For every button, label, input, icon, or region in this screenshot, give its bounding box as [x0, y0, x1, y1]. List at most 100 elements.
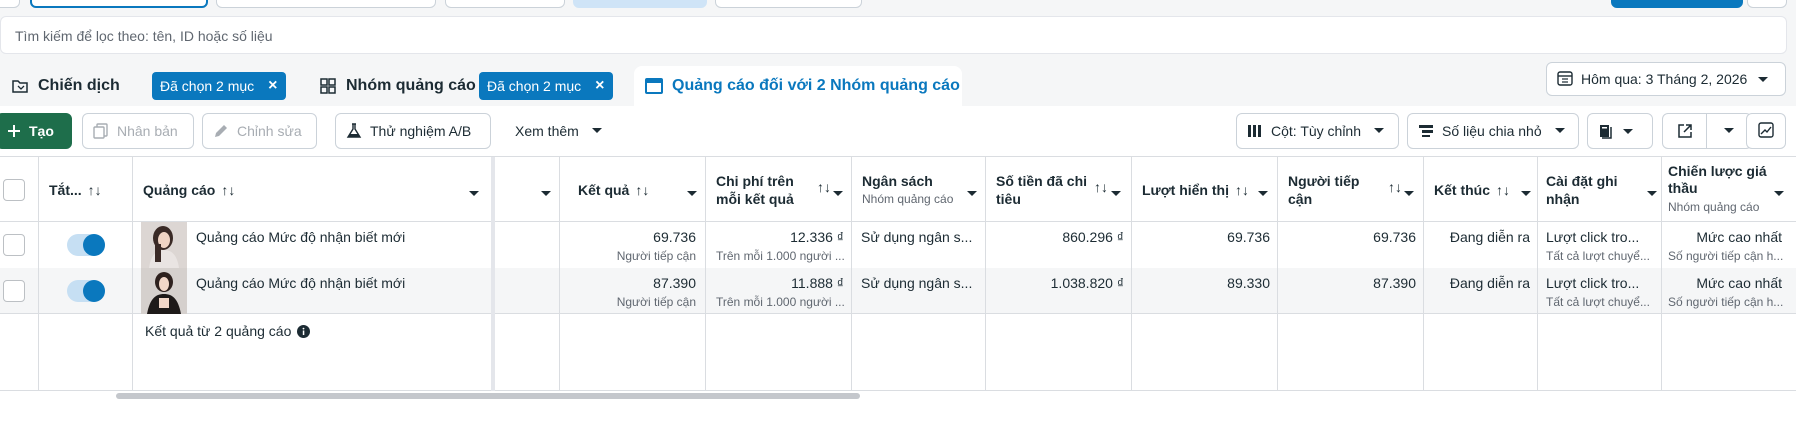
result-subtitle: Người tiếp cận [616, 249, 696, 263]
columns-button[interactable]: Cột: Tùy chỉnh [1236, 113, 1399, 149]
sort-icon[interactable]: ↑↓ [635, 182, 649, 198]
column-divider [1661, 157, 1662, 391]
duplicate-label: Nhân bản [117, 123, 178, 139]
column-header-result[interactable]: Kết quả ↑↓ [578, 157, 705, 222]
attribution-value: Lượt click tro... [1546, 229, 1640, 245]
chevron-down-icon[interactable] [469, 184, 479, 200]
sort-icon[interactable]: ↑↓ [1235, 182, 1249, 198]
amount-spent-value: 1.038.820 ₫ [1050, 275, 1124, 291]
frozen-column-divider[interactable] [491, 157, 495, 391]
top-button-stub[interactable] [1611, 0, 1743, 8]
column-divider [1277, 157, 1278, 391]
sort-icon[interactable]: ↑↓ [88, 182, 102, 198]
chart-toggle-button[interactable] [1746, 113, 1786, 149]
sort-icon[interactable]: ↑↓ [1388, 179, 1402, 195]
level-tabs: Chiến dịch Đã chọn 2 mục × Nhóm quảng cá… [0, 56, 1796, 106]
column-divider [38, 157, 39, 391]
ad-name[interactable]: Quảng cáo Mức độ nhận biết mới [196, 275, 476, 291]
reports-button[interactable] [1587, 113, 1653, 149]
chevron-down-icon [1373, 127, 1385, 135]
column-header-toggle[interactable]: Tắt... ↑↓ [49, 157, 133, 222]
close-icon[interactable]: × [595, 77, 604, 95]
more-button[interactable]: Xem thêm [505, 113, 613, 149]
horizontal-scrollbar[interactable] [116, 393, 860, 399]
ad-thumbnail[interactable] [141, 222, 187, 268]
top-button-stub[interactable] [445, 0, 565, 8]
table-row[interactable]: Quảng cáo Mức độ nhận biết mới 87.390 Ng… [0, 268, 1796, 314]
top-button-stub[interactable] [1747, 0, 1787, 8]
sort-icon[interactable]: ↑↓ [817, 179, 831, 195]
top-button-stub[interactable] [30, 0, 208, 8]
budget-value: Sử dụng ngân s... [861, 229, 973, 245]
chevron-down-icon[interactable] [833, 184, 843, 200]
close-icon[interactable]: × [268, 77, 277, 95]
table-header: Tắt... ↑↓ Quảng cáo ↑↓ Kết quả ↑↓ Chi ph… [0, 157, 1796, 222]
amount-spent-value: 860.296 ₫ [1062, 229, 1124, 245]
column-title: Người tiếp cận [1288, 172, 1360, 207]
top-button-stub[interactable] [0, 0, 20, 8]
ad-thumbnail[interactable] [141, 268, 187, 314]
flask-icon [346, 123, 362, 139]
row-checkbox[interactable] [3, 234, 25, 256]
attribution-subtitle: Tất cả lượt chuyể... [1546, 249, 1650, 263]
select-all-checkbox[interactable] [3, 179, 25, 201]
chevron-down-icon[interactable] [967, 184, 977, 200]
column-title: Lượt hiển thị [1142, 181, 1229, 198]
ends-value: Đang diễn ra [1449, 229, 1530, 245]
export-button[interactable] [1662, 113, 1752, 149]
chevron-down-icon[interactable] [1521, 184, 1531, 200]
sort-icon[interactable]: ↑↓ [1094, 179, 1108, 195]
date-range-button[interactable]: Hôm qua: 3 Tháng 2, 2026 [1546, 62, 1786, 96]
chevron-down-icon[interactable] [1258, 184, 1268, 200]
ad-name[interactable]: Quảng cáo Mức độ nhận biết mới [196, 229, 476, 245]
bid-strategy-subtitle: Số người tiếp cận h... [1668, 295, 1784, 309]
info-icon[interactable] [297, 324, 311, 338]
campaign-selected-chip[interactable]: Đã chọn 2 mục × [152, 72, 286, 100]
column-header-ad[interactable]: Quảng cáo ↑↓ [143, 157, 487, 222]
sort-icon[interactable]: ↑↓ [1496, 182, 1510, 198]
attribution-value: Lượt click tro... [1546, 275, 1640, 291]
row-checkbox[interactable] [3, 280, 25, 302]
ad-status-toggle[interactable] [67, 280, 105, 302]
chevron-down-icon[interactable] [1111, 184, 1121, 200]
toggle-knob [83, 280, 105, 302]
chevron-down-icon[interactable] [1404, 184, 1414, 200]
table-row[interactable]: Quảng cáo Mức độ nhận biết mới 69.736 Ng… [0, 222, 1796, 268]
chevron-down-icon[interactable] [1774, 184, 1784, 200]
chevron-down-icon[interactable] [1647, 184, 1657, 200]
chevron-down-icon[interactable] [541, 184, 551, 200]
top-button-stub[interactable] [216, 0, 436, 8]
column-title: Cài đặt ghi nhận [1546, 172, 1618, 207]
column-header-cost-per-result[interactable]: Chi phí trên mỗi kết quả ↑↓ [716, 157, 851, 222]
chevron-down-icon[interactable] [687, 184, 697, 200]
column-header-bid-strategy[interactable]: Chiến lược giá thầu Nhóm quảng cáo [1668, 157, 1792, 222]
chevron-down-icon [1554, 127, 1566, 135]
book-icon [1598, 123, 1614, 139]
attribution-subtitle: Tất cả lượt chuyể... [1546, 295, 1650, 309]
duplicate-button[interactable]: Nhân bản [82, 113, 194, 149]
ad-status-toggle[interactable] [67, 234, 105, 256]
columns-icon [1247, 124, 1263, 138]
folder-flag-icon [10, 76, 30, 96]
ab-test-button[interactable]: Thử nghiệm A/B [335, 113, 491, 149]
result-value: 87.390 [653, 275, 696, 291]
create-button[interactable]: Tạo [0, 113, 72, 149]
search-input[interactable] [15, 25, 1715, 47]
column-subtitle: Nhóm quảng cáo [862, 191, 954, 206]
column-header-impressions[interactable]: Lượt hiển thị ↑↓ [1142, 157, 1276, 222]
column-header-attribution[interactable]: Cài đặt ghi nhận [1546, 157, 1665, 222]
tab-ads[interactable]: Quảng cáo đối với 2 Nhóm quảng cáo [634, 66, 962, 106]
top-button-stub[interactable] [715, 0, 862, 8]
column-header-ends[interactable]: Kết thúc ↑↓ [1434, 157, 1539, 222]
bid-strategy-subtitle: Số người tiếp cận h... [1668, 249, 1784, 263]
cost-per-result-subtitle: Trên mỗi 1.000 người ... [716, 249, 845, 263]
top-button-stub[interactable] [573, 0, 707, 8]
breakdown-button[interactable]: Số liệu chia nhỏ [1407, 113, 1579, 149]
column-header-reach[interactable]: Người tiếp cận ↑↓ [1288, 157, 1422, 222]
column-header-hidden[interactable] [494, 157, 559, 222]
adset-selected-chip[interactable]: Đã chọn 2 mục × [479, 72, 613, 100]
edit-button[interactable]: Chỉnh sửa [202, 113, 317, 149]
column-header-budget[interactable]: Ngân sách Nhóm quảng cáo [862, 157, 985, 222]
column-header-amount-spent[interactable]: Số tiền đã chi tiêu ↑↓ [996, 157, 1129, 222]
sort-icon[interactable]: ↑↓ [221, 182, 235, 198]
